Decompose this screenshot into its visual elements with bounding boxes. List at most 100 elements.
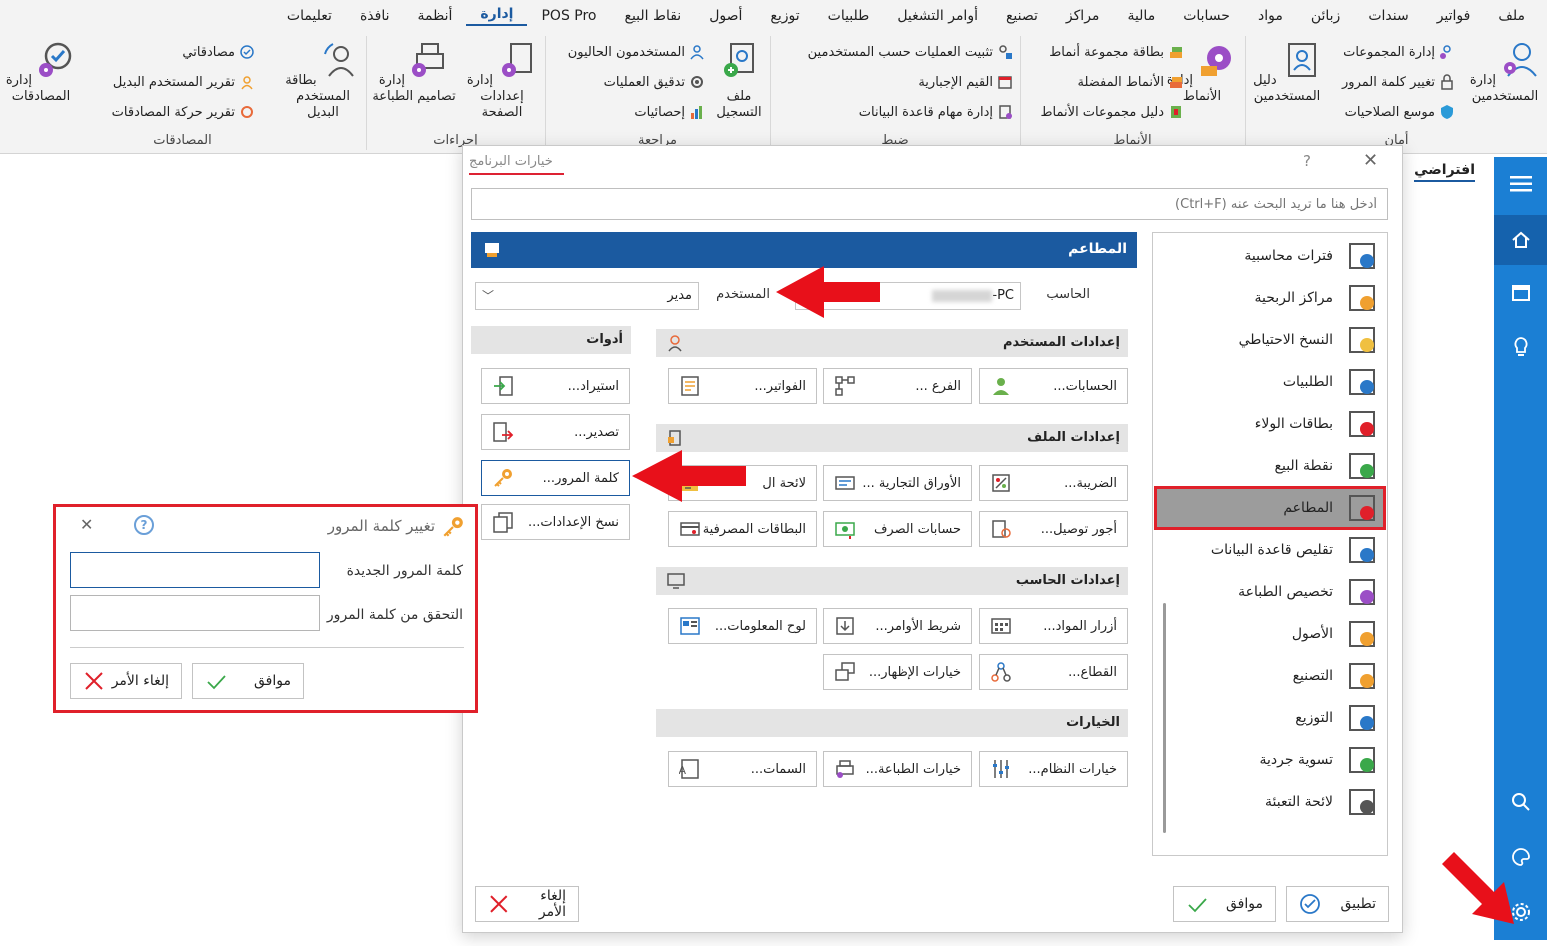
options-search-input[interactable] [471, 188, 1388, 220]
menu-item[interactable]: أوامر التشغيل [883, 8, 992, 24]
menu-item[interactable]: مواد [1244, 8, 1297, 24]
close-icon[interactable]: ✕ [80, 515, 93, 534]
audit-ops-button[interactable]: تدقيق العمليات [604, 74, 705, 90]
nav-item[interactable]: نقطة البيع [1157, 447, 1383, 485]
alternate-user-report-button[interactable]: تقرير المستخدم البديل [113, 74, 255, 90]
bank-cards-button[interactable]: البطاقات المصرفية [668, 511, 817, 547]
print-designs-button[interactable]: إدارة تصاميم الطباعة [372, 40, 456, 105]
menu-item[interactable]: حسابات [1169, 8, 1244, 24]
search-button[interactable] [1494, 777, 1547, 827]
features-button[interactable]: السمات... A [668, 751, 817, 787]
copy-settings-button[interactable]: نسخ الإعدادات... [481, 504, 630, 540]
auth-movement-report-button[interactable]: تقرير حركة المصادقات [112, 104, 255, 120]
menu-toggle[interactable] [1494, 159, 1547, 209]
verify-password-input[interactable] [70, 595, 320, 631]
change-password-button[interactable]: تغيير كلمة المرور [1342, 74, 1455, 90]
page-settings-button[interactable]: إدارة إعدادات الصفحة [460, 40, 544, 121]
help-icon[interactable]: ? [134, 515, 154, 535]
nav-item[interactable]: مراكز الربحية [1157, 279, 1383, 317]
menu-item[interactable]: فواتير [1423, 8, 1485, 24]
home-button[interactable] [1494, 215, 1547, 265]
nav-item[interactable]: بطاقات الولاء [1157, 405, 1383, 443]
system-options-button[interactable]: خيارات النظام... [979, 751, 1128, 787]
print-options-button[interactable]: خيارات الطباعة... [823, 751, 972, 787]
nav-item[interactable]: المطاعم [1154, 486, 1386, 530]
nav-item[interactable]: الأصول [1157, 615, 1383, 653]
cancel-button[interactable]: إلغاء الأمر [475, 886, 579, 922]
menu-item[interactable]: توزيع [756, 8, 813, 24]
menu-item[interactable]: نقاط البيع [611, 8, 696, 24]
log-file-button[interactable]: ملف التسجيل [709, 40, 769, 121]
menu-item[interactable]: إدارة [466, 6, 528, 26]
delivery-truck-icon [1349, 705, 1375, 731]
calendar-button[interactable] [1494, 267, 1547, 317]
display-options-button[interactable]: خيارات الإظهار... [823, 654, 972, 690]
manage-groups-button[interactable]: إدارة المجموعات [1343, 44, 1455, 60]
nav-item[interactable]: الطلبيات [1157, 363, 1383, 401]
alternate-user-card-button[interactable]: بطاقة المستخدم البديل [281, 40, 365, 121]
nav-item[interactable]: تسوية جردية [1157, 741, 1383, 779]
info-board-button[interactable]: لوح المعلومات... [668, 608, 817, 644]
nav-item[interactable]: فترات محاسبية [1157, 237, 1383, 275]
manage-authentications-button[interactable]: إدارة المصادقات [3, 40, 79, 105]
statistics-button[interactable]: إحصائيات [634, 104, 705, 120]
menu-item[interactable]: تصنيع [992, 8, 1052, 24]
mandatory-values-button[interactable]: القيم الإجبارية [918, 74, 1013, 90]
nav-item[interactable]: لائحة التعبئة [1157, 783, 1383, 821]
ok-button[interactable]: موافق [1173, 886, 1276, 922]
users-directory-button[interactable]: دليل المستخدمين [1245, 40, 1329, 105]
lock-ops-by-users-button[interactable]: تثبيت العمليات حسب المستخدمين [808, 44, 1013, 60]
nav-item[interactable]: تخصيص الطباعة [1157, 573, 1383, 611]
tips-button[interactable] [1494, 322, 1547, 372]
password-button[interactable]: كلمة المرور... [481, 460, 630, 496]
my-authentications-button[interactable]: مصادقاتي [182, 44, 255, 60]
close-icon[interactable]: ✕ [1363, 150, 1378, 171]
sector-button[interactable]: القطاع... [979, 654, 1128, 690]
nav-item[interactable]: النسخ الاحتياطي [1157, 321, 1383, 359]
current-users-button[interactable]: المستخدمون الحاليون [568, 44, 705, 60]
tab-default[interactable]: افتراضي [1414, 162, 1475, 182]
favorite-patterns-button[interactable]: الأنماط المفضلة [1078, 74, 1185, 90]
menu-item[interactable]: نافذة [346, 8, 404, 24]
pattern-groups-directory-button[interactable]: دليل مجموعات الأنماط [1041, 104, 1184, 120]
invoices-button[interactable]: الفواتير... [668, 368, 817, 404]
pane-header: المطاعم [471, 232, 1137, 268]
pwd-ok-button[interactable]: موافق [192, 663, 304, 699]
command-bar-button[interactable]: شريط الأوامر... [823, 608, 972, 644]
manage-users-button[interactable]: إدارة المستخدمين [1463, 40, 1547, 105]
apply-button[interactable]: تطبيق [1286, 886, 1389, 922]
menu-item[interactable]: أصول [695, 8, 756, 24]
new-password-input[interactable] [70, 552, 320, 588]
menu-item[interactable]: زبائن [1297, 8, 1354, 24]
menu-item[interactable]: تعليمات [273, 8, 346, 24]
material-buttons-button[interactable]: أزرار المواد... [979, 608, 1128, 644]
db-tasks-button[interactable]: إدارة مهام قاعدة البيانات [859, 104, 1013, 120]
accounts-button[interactable]: الحسابات... [979, 368, 1128, 404]
menu-item[interactable]: POS Pro [527, 8, 610, 24]
menu-item[interactable]: أنظمة [404, 8, 467, 24]
delivery-fees-button[interactable]: أجور توصيل... [979, 511, 1128, 547]
menu-item[interactable]: طلبيات [814, 8, 884, 24]
menu-item[interactable]: مراكز [1052, 8, 1114, 24]
nav-item[interactable]: التوزيع [1157, 699, 1383, 737]
user-select[interactable]: مدير ﹀ [475, 282, 699, 310]
user-icon [668, 335, 682, 352]
nav-item[interactable]: التصنيع [1157, 657, 1383, 695]
commercial-papers-button[interactable]: الأوراق التجارية ... [823, 465, 972, 501]
export-button[interactable]: تصدير... [481, 414, 630, 450]
pattern-group-card-button[interactable]: بطاقة مجموعة أنماط [1049, 44, 1184, 60]
menu-item[interactable]: سندات [1354, 8, 1422, 24]
import-button[interactable]: استيراد... [481, 368, 630, 404]
branch-button[interactable]: الفرع ... [823, 368, 972, 404]
tax-button[interactable]: الضريبة... [979, 465, 1128, 501]
help-button[interactable]: ? [1303, 152, 1311, 170]
permissions-expander-button[interactable]: موسع الصلاحيات [1345, 104, 1455, 120]
exchange-accounts-button[interactable]: حسابات الصرف [823, 511, 972, 547]
menu-item[interactable]: مالية [1113, 8, 1169, 24]
nav-item[interactable]: تقليص قاعدة البيانات [1157, 531, 1383, 569]
pwd-cancel-button[interactable]: إلغاء الأمر [70, 663, 182, 699]
user-sync-icon [323, 43, 354, 77]
menu-item[interactable]: ملف [1484, 8, 1539, 24]
dialog-title: خيارات البرنامج [469, 154, 564, 175]
dashboard-icon [680, 617, 700, 635]
